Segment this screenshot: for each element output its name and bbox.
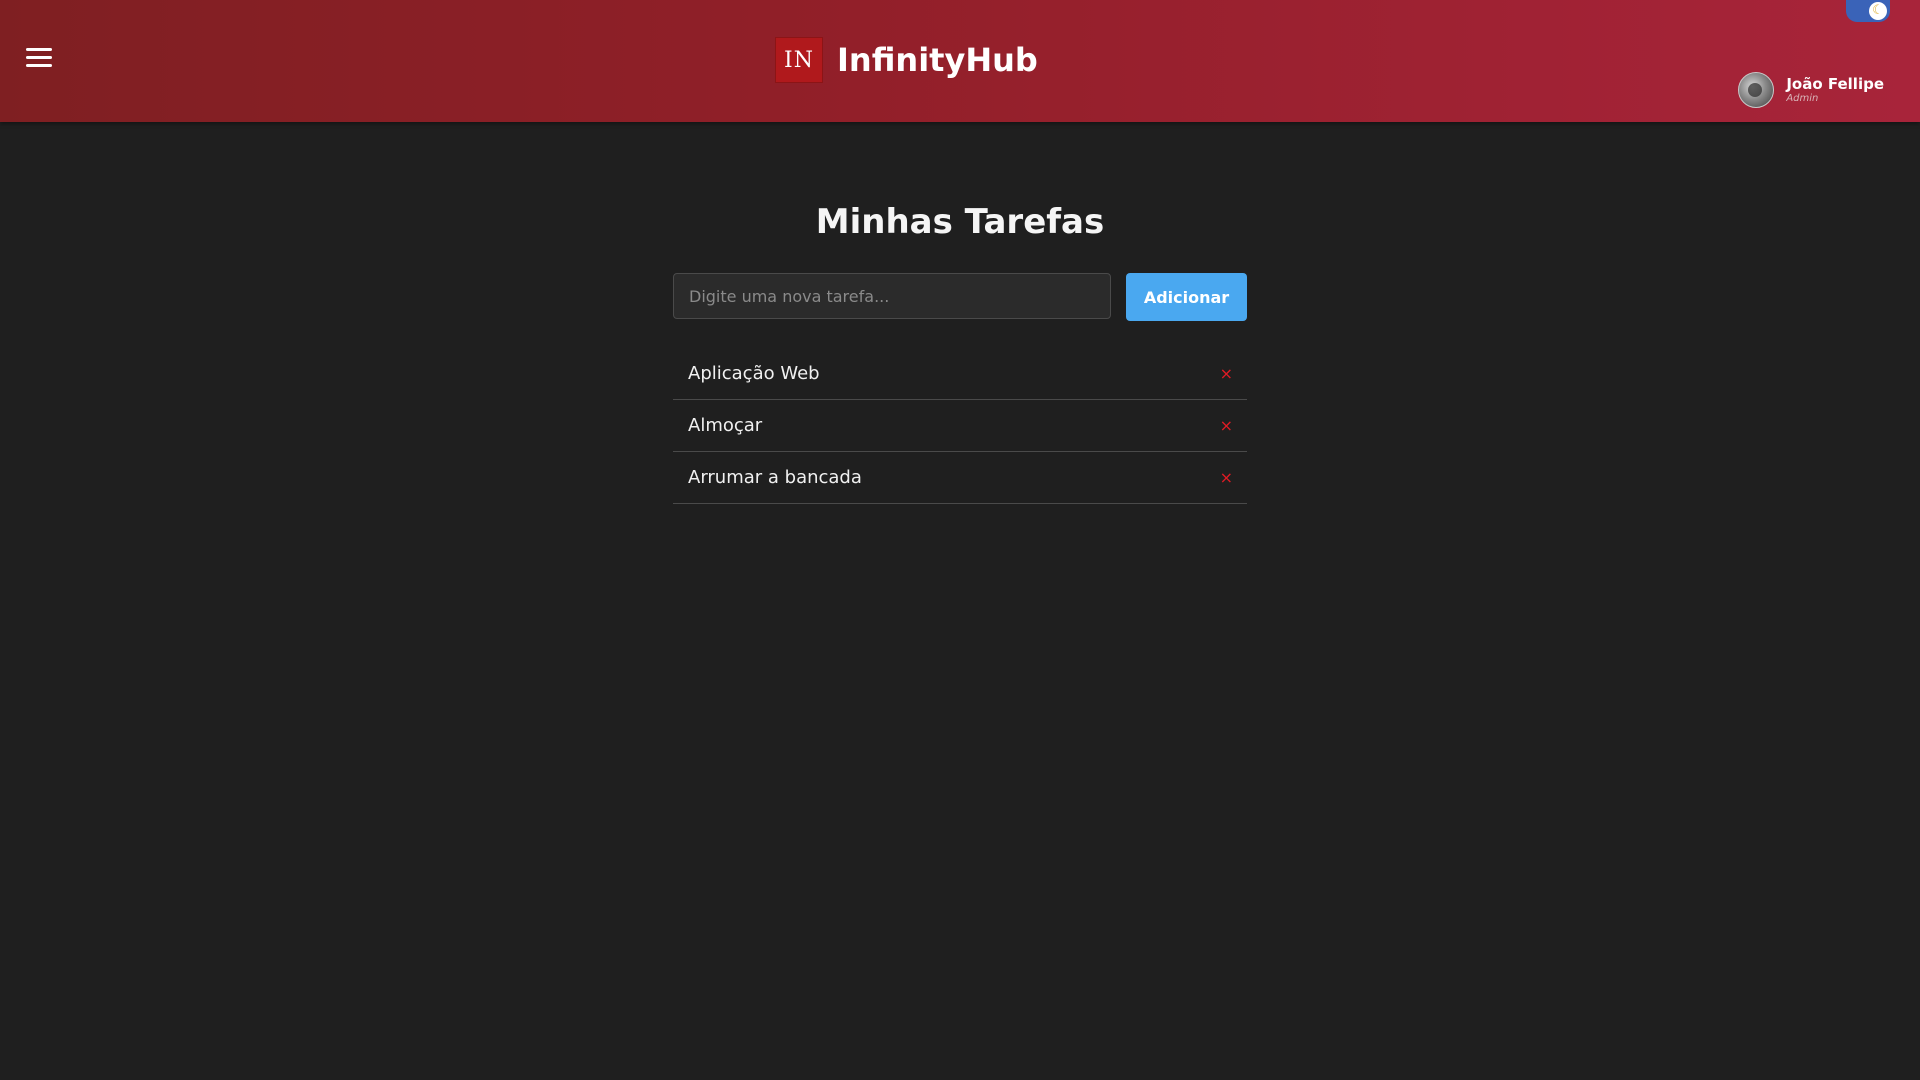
delete-task-button[interactable]: × (1220, 416, 1233, 435)
theme-toggle[interactable]: ☾ (1846, 0, 1890, 22)
hamburger-menu-icon[interactable] (26, 48, 52, 72)
brand-logo: IN (775, 37, 823, 83)
brand[interactable]: IN InfinityHub (775, 37, 1038, 83)
task-item[interactable]: Arrumar a bancada × (673, 452, 1247, 504)
add-task-button[interactable]: Adicionar (1126, 273, 1247, 321)
task-list: Aplicação Web × Almoçar × Arrumar a banc… (673, 348, 1247, 504)
task-item[interactable]: Aplicação Web × (673, 348, 1247, 400)
task-label: Aplicação Web (688, 363, 820, 384)
task-label: Almoçar (688, 415, 763, 436)
moon-icon: ☾ (1869, 2, 1887, 20)
top-navbar: IN InfinityHub ☾ João Fellipe Admin (0, 0, 1920, 122)
avatar (1738, 72, 1775, 108)
brand-name: InfinityHub (837, 41, 1038, 79)
user-info: João Fellipe Admin (1786, 76, 1884, 104)
task-item[interactable]: Almoçar × (673, 400, 1247, 452)
user-name: João Fellipe (1786, 75, 1884, 94)
user-profile[interactable]: João Fellipe Admin (1738, 72, 1884, 108)
delete-task-button[interactable]: × (1220, 468, 1233, 487)
task-label: Arrumar a bancada (688, 467, 862, 488)
page-title: Minhas Tarefas (815, 202, 1105, 242)
user-role: Admin (1786, 92, 1819, 104)
delete-task-button[interactable]: × (1220, 364, 1233, 383)
new-task-input[interactable] (673, 273, 1111, 319)
